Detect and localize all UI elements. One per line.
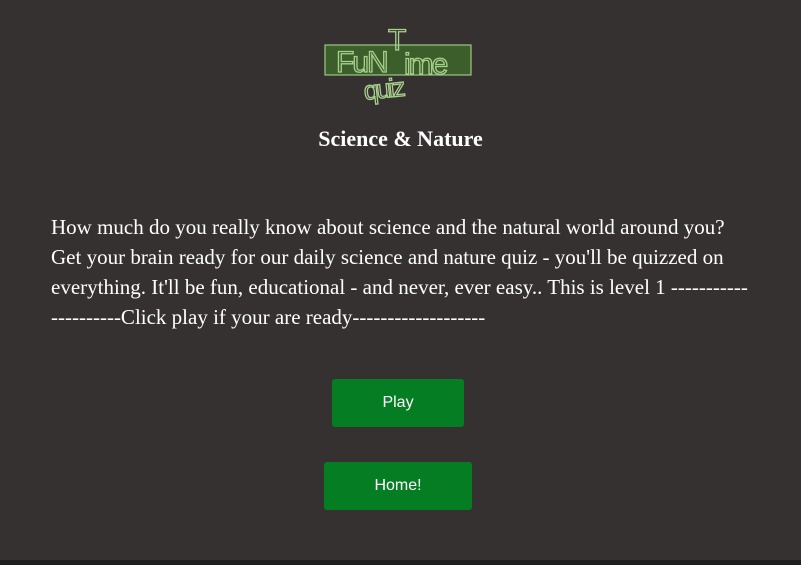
- quiz-intro-page: T FuN ime quiz Science & Nature How much…: [0, 0, 801, 560]
- svg-text:ime: ime: [404, 48, 448, 81]
- bottom-edge: [0, 560, 801, 565]
- svg-text:quiz: quiz: [362, 72, 406, 106]
- quiz-category-title: Science & Nature: [318, 126, 483, 151]
- play-button[interactable]: Play: [332, 379, 464, 427]
- quiz-description: How much do you really know about scienc…: [51, 215, 748, 329]
- funtime-quiz-logo: T FuN ime quiz: [324, 26, 472, 106]
- home-button[interactable]: Home!: [324, 462, 472, 510]
